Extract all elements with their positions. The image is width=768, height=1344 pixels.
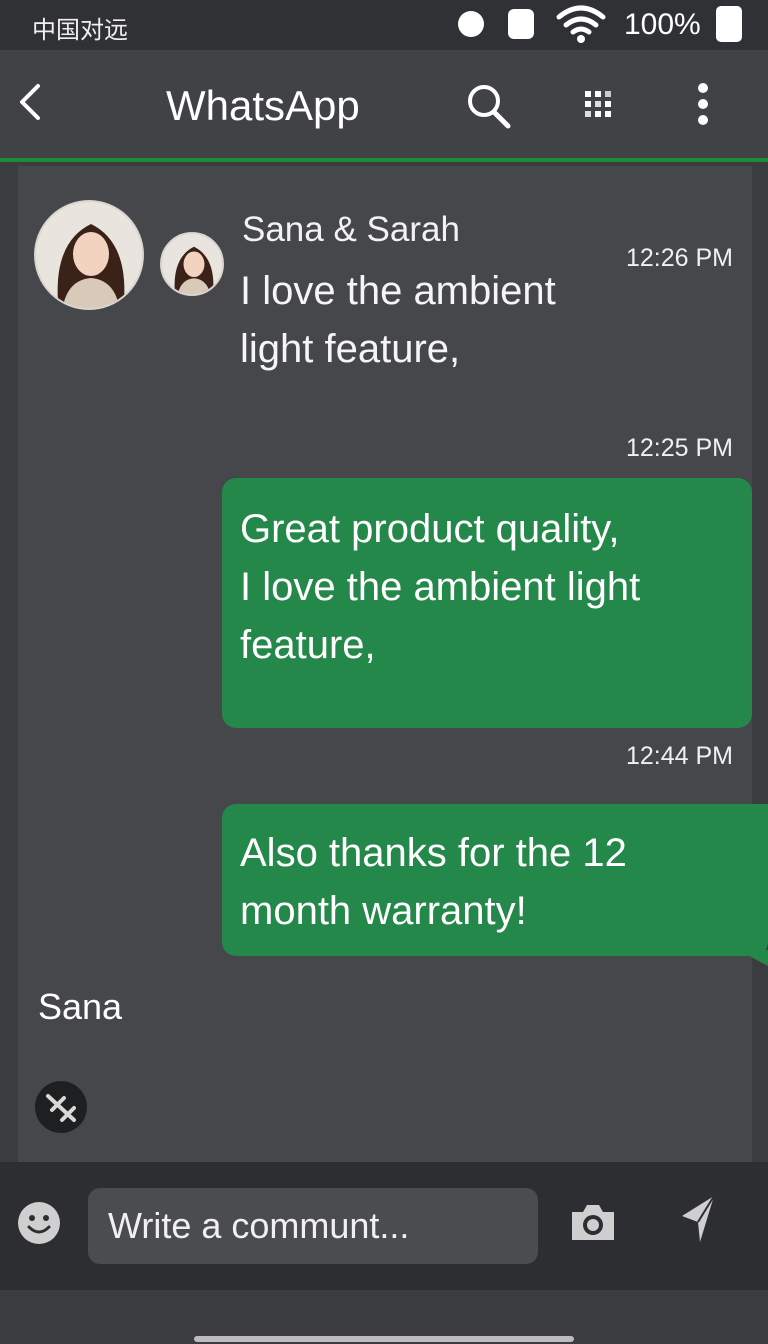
message-line: Great product quality, [240,507,620,551]
send-icon[interactable] [678,1194,718,1244]
message-line: month warranty! [240,889,527,933]
message-input[interactable] [88,1188,538,1264]
app-title: WhatsApp [166,82,360,129]
emoji-icon[interactable] [16,1200,62,1246]
camera-icon[interactable] [568,1200,618,1244]
mute-icon[interactable] [34,1080,88,1134]
home-indicator[interactable] [194,1336,574,1342]
avatar[interactable] [160,232,224,296]
more-icon[interactable] [690,80,716,128]
avatar[interactable] [34,200,144,310]
carrier-label: 中国对远 [32,17,128,44]
wifi-icon [556,5,606,43]
outgoing-message-bubble[interactable]: Also thanks for the 12 month warranty! [222,804,768,956]
message-timestamp: 12:26 PM [626,244,734,272]
back-icon[interactable] [14,80,46,124]
message-timestamp: 12:44 PM [626,742,734,770]
sender-name: Sana & Sarah [242,210,460,249]
grid-icon[interactable] [582,88,614,122]
message-line: I love the ambient light [240,565,641,609]
outgoing-message-bubble[interactable]: Great product quality, I love the ambien… [222,478,752,728]
incoming-message: I love the ambient light feature, [240,262,620,378]
app-bar: WhatsApp [0,50,768,162]
status-dot-icon [458,11,484,37]
input-bar [0,1162,768,1290]
status-square-icon [508,9,534,39]
message-line: feature, [240,623,376,667]
message-line: Also thanks for the 12 [240,831,627,875]
avatar-portrait-icon [36,202,142,308]
message-line: light feature, [240,327,461,371]
message-timestamp: 12:25 PM [626,434,734,462]
status-bar: 中国对远 100% [0,0,768,50]
battery-icon [716,6,742,42]
bubble-tail [738,950,768,966]
battery-percent: 100% [624,8,701,41]
contact-name-label: Sana [38,986,123,1027]
search-icon[interactable] [464,82,514,130]
message-line: I love the ambient [240,269,556,313]
